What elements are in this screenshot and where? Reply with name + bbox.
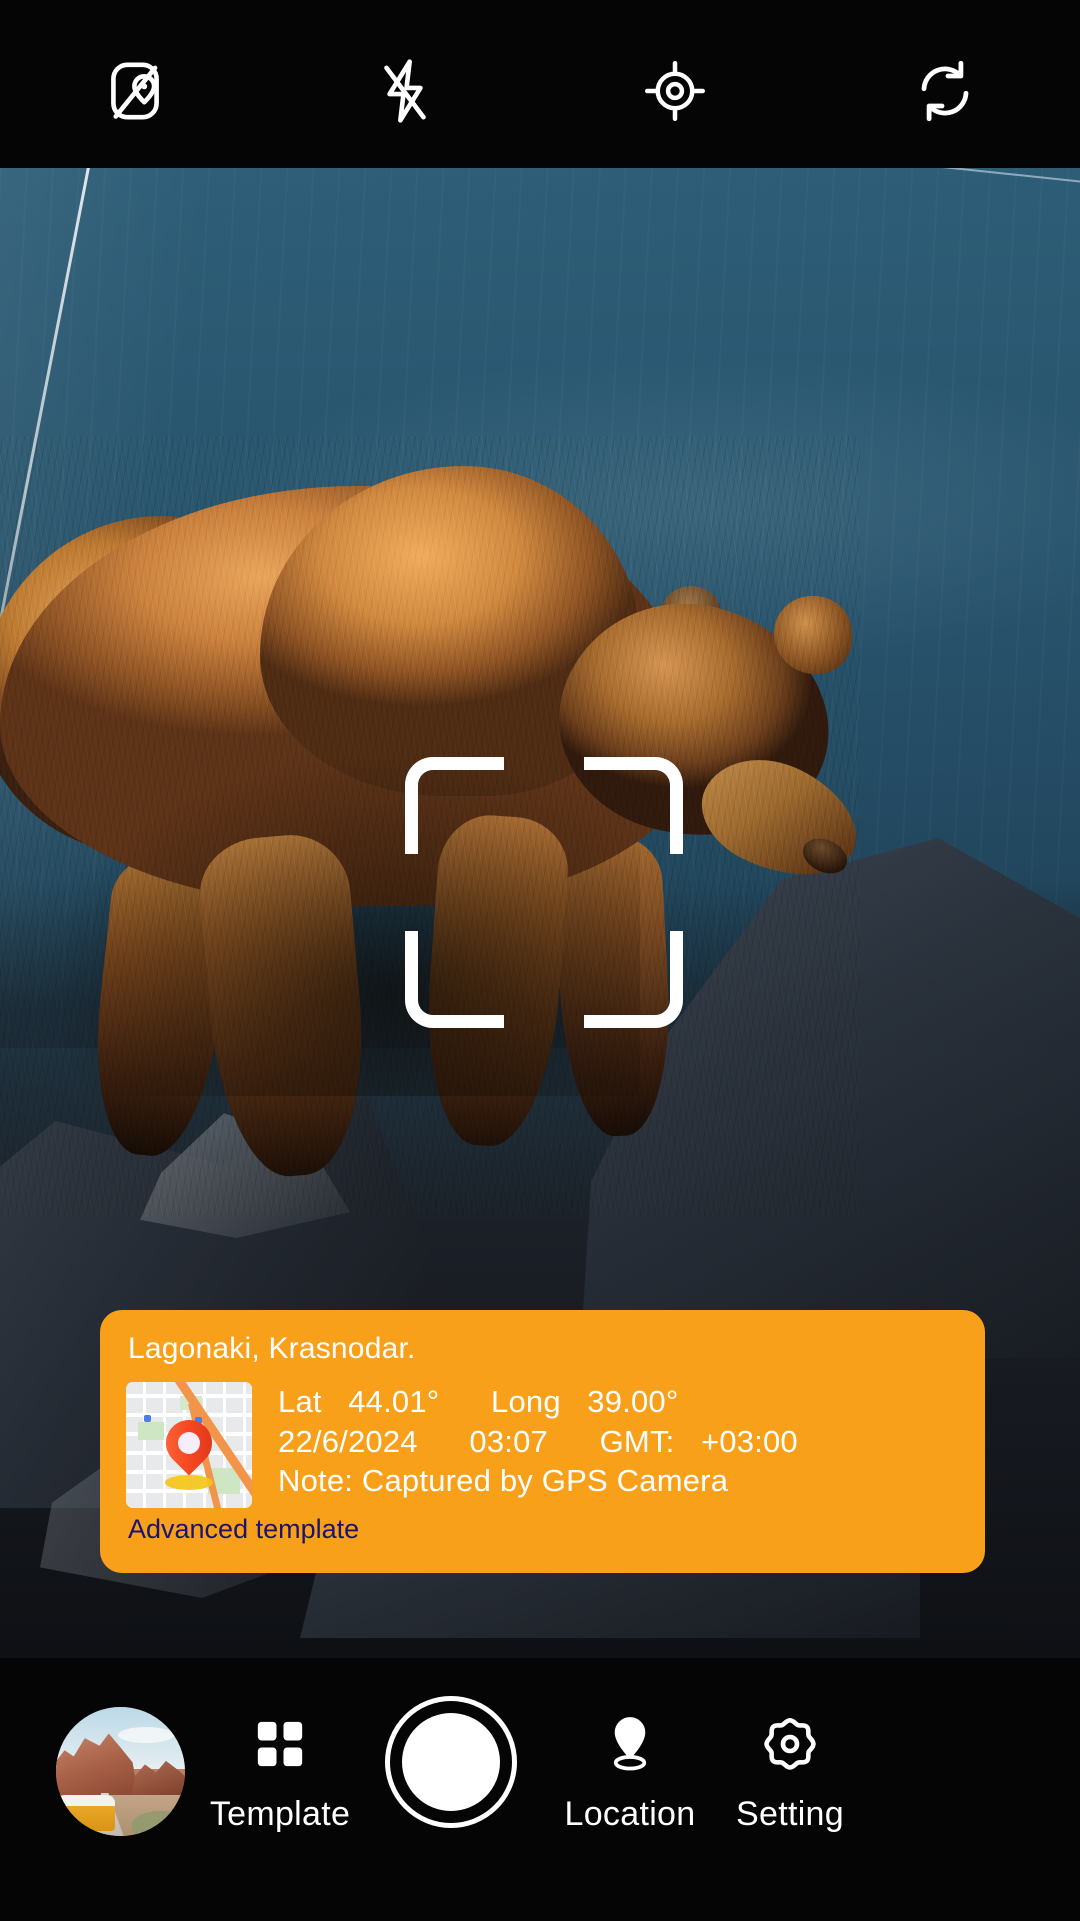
gallery-van-wheel bbox=[64, 1825, 78, 1836]
gallery-thumbnail[interactable] bbox=[56, 1707, 185, 1836]
focus-lock-button[interactable] bbox=[540, 0, 810, 168]
bottom-toolbar: Template Location Setting bbox=[0, 1658, 1080, 1921]
setting-button[interactable]: Setting bbox=[680, 1707, 900, 1831]
shutter-button[interactable] bbox=[385, 1696, 517, 1828]
crosshair-icon bbox=[639, 55, 711, 127]
gps-coordinates-row: Lat 44.01° Long 39.00° bbox=[278, 1382, 798, 1422]
top-toolbar bbox=[0, 0, 1080, 168]
camera-flip-icon bbox=[909, 55, 981, 127]
gallery-cloud bbox=[118, 1727, 174, 1743]
long-label: Long bbox=[491, 1384, 561, 1419]
advanced-template-link[interactable]: Advanced template bbox=[128, 1516, 959, 1543]
focus-corner-top-right bbox=[584, 757, 683, 854]
gps-note: Note: Captured by GPS Camera bbox=[278, 1463, 729, 1499]
capture-date: 22/6/2024 bbox=[278, 1423, 418, 1459]
focus-bracket bbox=[405, 757, 683, 1028]
shutter-inner bbox=[402, 1713, 500, 1811]
map-pin-center bbox=[178, 1432, 200, 1454]
map-poi-1 bbox=[144, 1415, 151, 1422]
lat-label: Lat bbox=[278, 1384, 322, 1419]
gmt-label: GMT: bbox=[599, 1423, 675, 1459]
gps-stamp-card[interactable]: Lagonaki, Krasnodar. Lat 44.01° Long 39.… bbox=[100, 1310, 985, 1573]
template-label: Template bbox=[209, 1795, 351, 1833]
lat-value: 44.01° bbox=[348, 1384, 440, 1419]
camera-screen: Lagonaki, Krasnodar. Lat 44.01° Long 39.… bbox=[0, 0, 1080, 1921]
gps-datetime-row: 22/6/2024 03:07 GMT: +03:00 bbox=[278, 1422, 798, 1462]
long-value: 39.00° bbox=[587, 1384, 679, 1419]
grid-icon bbox=[170, 1707, 390, 1781]
focus-corner-top-left bbox=[405, 757, 504, 854]
flash-toggle[interactable] bbox=[270, 0, 540, 168]
map-park-1 bbox=[138, 1422, 164, 1440]
focus-corner-bottom-left bbox=[405, 931, 504, 1028]
capture-time: 03:07 bbox=[469, 1423, 548, 1459]
gps-card-body: Lat 44.01° Long 39.00° 22/6/2024 03:07 G… bbox=[126, 1380, 959, 1508]
map-thumbnail[interactable] bbox=[126, 1382, 252, 1508]
bear-ear bbox=[774, 596, 852, 674]
switch-camera-button[interactable] bbox=[810, 0, 1080, 168]
gps-readout: Lat 44.01° Long 39.00° 22/6/2024 03:07 G… bbox=[278, 1380, 798, 1501]
focus-corner-bottom-right bbox=[584, 931, 683, 1028]
setting-label: Setting bbox=[736, 1795, 844, 1833]
map-pin-icon bbox=[156, 1410, 222, 1482]
flash-off-icon bbox=[368, 54, 442, 128]
gps-place-name: Lagonaki, Krasnodar. bbox=[128, 1332, 416, 1365]
bear-rear-leg bbox=[195, 830, 375, 1182]
gear-icon bbox=[680, 1707, 900, 1781]
map-off-icon bbox=[98, 54, 172, 128]
gmt-value: +03:00 bbox=[700, 1423, 798, 1459]
template-button[interactable]: Template bbox=[170, 1707, 390, 1831]
map-overlay-toggle[interactable] bbox=[0, 0, 270, 168]
